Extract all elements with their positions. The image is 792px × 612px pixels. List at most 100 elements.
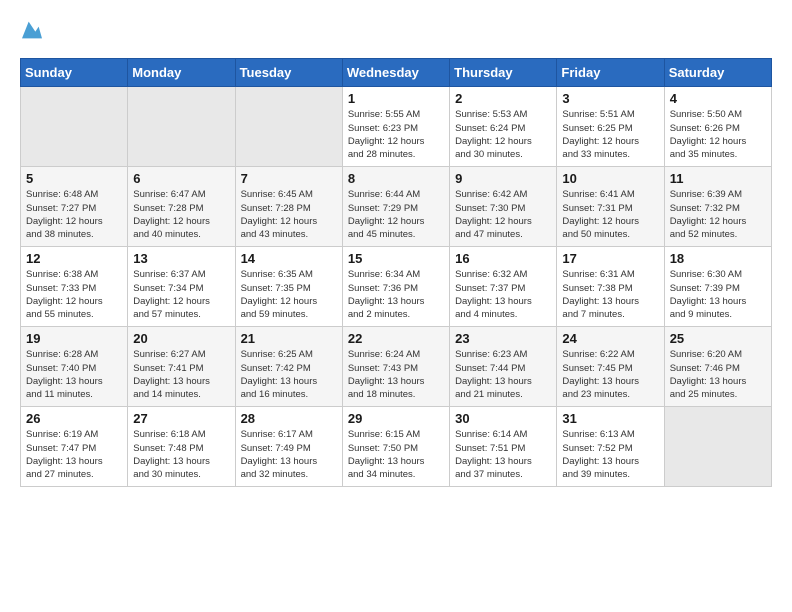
calendar-cell: 27 Sunrise: 6:18 AMSunset: 7:48 PMDayligh… (128, 407, 235, 487)
calendar-cell: 31 Sunrise: 6:13 AMSunset: 7:52 PMDayligh… (557, 407, 664, 487)
calendar-cell: 19Sunrise: 6:28 AMSunset: 7:40 PMDayligh… (21, 327, 128, 407)
day-number: 20 (133, 331, 229, 346)
calendar-cell: 14Sunrise: 6:35 AMSunset: 7:35 PMDayligh… (235, 247, 342, 327)
day-info: Sunrise: 6:17 AMSunset: 7:49 PMDaylight:… (241, 428, 337, 481)
day-number: 13 (133, 251, 229, 266)
day-info: Sunrise: 6:38 AMSunset: 7:33 PMDaylight:… (26, 268, 122, 321)
calendar-cell: 3Sunrise: 5:51 AMSunset: 6:25 PMDaylight… (557, 87, 664, 167)
day-number: 9 (455, 171, 551, 186)
calendar-cell: 5 Sunrise: 6:48 AMSunset: 7:27 PMDaylight… (21, 167, 128, 247)
logo (20, 20, 42, 42)
day-info: Sunrise: 6:37 AMSunset: 7:34 PMDaylight:… (133, 268, 229, 321)
calendar-cell (128, 87, 235, 167)
calendar-week-row: 1 Sunrise: 5:55 AMSunset: 6:23 PMDaylight… (21, 87, 772, 167)
day-info: Sunrise: 6:41 AMSunset: 7:31 PMDaylight:… (562, 188, 658, 241)
day-info: Sunrise: 6:35 AMSunset: 7:35 PMDaylight:… (241, 268, 337, 321)
day-info: Sunrise: 6:39 AMSunset: 7:32 PMDaylight:… (670, 188, 766, 241)
day-info: Sunrise: 5:53 AMSunset: 6:24 PMDaylight:… (455, 108, 551, 161)
weekday-header: Saturday (664, 59, 771, 87)
day-info: Sunrise: 6:14 AMSunset: 7:51 PMDaylight:… (455, 428, 551, 481)
day-number: 15 (348, 251, 444, 266)
day-number: 5 (26, 171, 122, 186)
calendar-cell: 7 Sunrise: 6:45 AMSunset: 7:28 PMDaylight… (235, 167, 342, 247)
day-info: Sunrise: 6:32 AMSunset: 7:37 PMDaylight:… (455, 268, 551, 321)
day-info: Sunrise: 6:48 AMSunset: 7:27 PMDaylight:… (26, 188, 122, 241)
day-info: Sunrise: 5:51 AMSunset: 6:25 PMDaylight:… (562, 108, 658, 161)
weekday-header: Tuesday (235, 59, 342, 87)
weekday-header: Friday (557, 59, 664, 87)
day-info: Sunrise: 5:55 AMSunset: 6:23 PMDaylight:… (348, 108, 444, 161)
calendar-cell: 28 Sunrise: 6:17 AMSunset: 7:49 PMDayligh… (235, 407, 342, 487)
calendar-cell (21, 87, 128, 167)
weekday-header: Monday (128, 59, 235, 87)
calendar-cell: 20Sunrise: 6:27 AMSunset: 7:41 PMDayligh… (128, 327, 235, 407)
day-number: 2 (455, 91, 551, 106)
day-number: 12 (26, 251, 122, 266)
weekday-header: Thursday (450, 59, 557, 87)
calendar-cell (664, 407, 771, 487)
weekday-header: Sunday (21, 59, 128, 87)
logo-text (20, 20, 42, 42)
day-number: 1 (348, 91, 444, 106)
day-info: Sunrise: 6:13 AMSunset: 7:52 PMDaylight:… (562, 428, 658, 481)
day-number: 29 (348, 411, 444, 426)
day-number: 6 (133, 171, 229, 186)
calendar-week-row: 26Sunrise: 6:19 AMSunset: 7:47 PMDayligh… (21, 407, 772, 487)
calendar-cell: 2 Sunrise: 5:53 AMSunset: 6:24 PMDaylight… (450, 87, 557, 167)
calendar-cell: 4 Sunrise: 5:50 AMSunset: 6:26 PMDaylight… (664, 87, 771, 167)
day-info: Sunrise: 6:34 AMSunset: 7:36 PMDaylight:… (348, 268, 444, 321)
day-info: Sunrise: 6:47 AMSunset: 7:28 PMDaylight:… (133, 188, 229, 241)
calendar-cell: 30 Sunrise: 6:14 AMSunset: 7:51 PMDayligh… (450, 407, 557, 487)
calendar-cell: 16 Sunrise: 6:32 AMSunset: 7:37 PMDayligh… (450, 247, 557, 327)
day-number: 31 (562, 411, 658, 426)
calendar-cell: 6 Sunrise: 6:47 AMSunset: 7:28 PMDaylight… (128, 167, 235, 247)
calendar-cell: 17 Sunrise: 6:31 AMSunset: 7:38 PMDayligh… (557, 247, 664, 327)
day-number: 27 (133, 411, 229, 426)
day-info: Sunrise: 6:15 AMSunset: 7:50 PMDaylight:… (348, 428, 444, 481)
day-info: Sunrise: 6:28 AMSunset: 7:40 PMDaylight:… (26, 348, 122, 401)
calendar-cell: 25Sunrise: 6:20 AMSunset: 7:46 PMDayligh… (664, 327, 771, 407)
day-number: 7 (241, 171, 337, 186)
calendar-cell: 29 Sunrise: 6:15 AMSunset: 7:50 PMDayligh… (342, 407, 449, 487)
calendar-week-row: 19Sunrise: 6:28 AMSunset: 7:40 PMDayligh… (21, 327, 772, 407)
calendar-cell: 8 Sunrise: 6:44 AMSunset: 7:29 PMDaylight… (342, 167, 449, 247)
day-info: Sunrise: 6:24 AMSunset: 7:43 PMDaylight:… (348, 348, 444, 401)
day-number: 16 (455, 251, 551, 266)
weekday-header: Wednesday (342, 59, 449, 87)
day-info: Sunrise: 6:30 AMSunset: 7:39 PMDaylight:… (670, 268, 766, 321)
day-number: 17 (562, 251, 658, 266)
day-info: Sunrise: 6:20 AMSunset: 7:46 PMDaylight:… (670, 348, 766, 401)
day-number: 11 (670, 171, 766, 186)
day-info: Sunrise: 6:44 AMSunset: 7:29 PMDaylight:… (348, 188, 444, 241)
day-number: 4 (670, 91, 766, 106)
logo-icon (22, 20, 42, 40)
day-number: 18 (670, 251, 766, 266)
calendar-header-row: SundayMondayTuesdayWednesdayThursdayFrid… (21, 59, 772, 87)
day-number: 30 (455, 411, 551, 426)
day-info: Sunrise: 6:31 AMSunset: 7:38 PMDaylight:… (562, 268, 658, 321)
calendar-cell: 1 Sunrise: 5:55 AMSunset: 6:23 PMDaylight… (342, 87, 449, 167)
day-number: 8 (348, 171, 444, 186)
day-info: Sunrise: 6:23 AMSunset: 7:44 PMDaylight:… (455, 348, 551, 401)
day-info: Sunrise: 6:42 AMSunset: 7:30 PMDaylight:… (455, 188, 551, 241)
day-number: 10 (562, 171, 658, 186)
calendar-cell: 11 Sunrise: 6:39 AMSunset: 7:32 PMDayligh… (664, 167, 771, 247)
calendar-cell: 15 Sunrise: 6:34 AMSunset: 7:36 PMDayligh… (342, 247, 449, 327)
day-number: 28 (241, 411, 337, 426)
calendar-cell: 24Sunrise: 6:22 AMSunset: 7:45 PMDayligh… (557, 327, 664, 407)
day-info: Sunrise: 6:25 AMSunset: 7:42 PMDaylight:… (241, 348, 337, 401)
day-number: 23 (455, 331, 551, 346)
calendar-cell: 21Sunrise: 6:25 AMSunset: 7:42 PMDayligh… (235, 327, 342, 407)
day-info: Sunrise: 6:45 AMSunset: 7:28 PMDaylight:… (241, 188, 337, 241)
day-info: Sunrise: 5:50 AMSunset: 6:26 PMDaylight:… (670, 108, 766, 161)
day-number: 26 (26, 411, 122, 426)
day-info: Sunrise: 6:22 AMSunset: 7:45 PMDaylight:… (562, 348, 658, 401)
calendar-table: SundayMondayTuesdayWednesdayThursdayFrid… (20, 58, 772, 487)
calendar-week-row: 5 Sunrise: 6:48 AMSunset: 7:27 PMDaylight… (21, 167, 772, 247)
calendar-cell: 10 Sunrise: 6:41 AMSunset: 7:31 PMDayligh… (557, 167, 664, 247)
calendar-cell: 13 Sunrise: 6:37 AMSunset: 7:34 PMDayligh… (128, 247, 235, 327)
day-number: 22 (348, 331, 444, 346)
calendar-cell: 26Sunrise: 6:19 AMSunset: 7:47 PMDayligh… (21, 407, 128, 487)
calendar-cell: 23 Sunrise: 6:23 AMSunset: 7:44 PMDayligh… (450, 327, 557, 407)
day-info: Sunrise: 6:18 AMSunset: 7:48 PMDaylight:… (133, 428, 229, 481)
